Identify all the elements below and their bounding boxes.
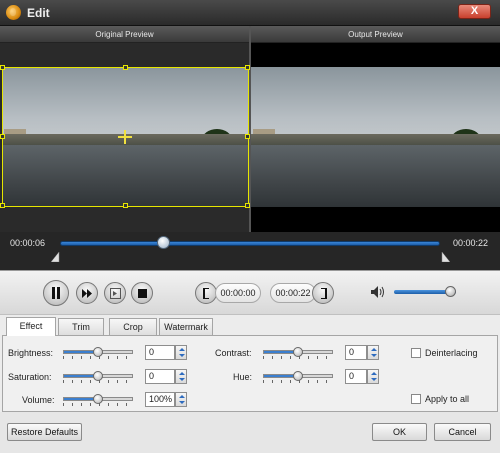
saturation-slider[interactable] [63, 371, 133, 383]
crop-handle-bottom[interactable] [123, 203, 128, 208]
close-button[interactable]: X [458, 4, 491, 19]
fast-forward-button[interactable] [76, 282, 98, 304]
app-logo-icon [6, 5, 21, 20]
playback-controls: 00:00:00 00:00:22 [0, 270, 500, 314]
effect-tab-content: Brightness: 0 Saturation: 0 Volume: 100%… [2, 335, 498, 412]
speaker-icon [371, 286, 385, 300]
hue-stepper-icon[interactable] [367, 369, 379, 384]
output-video-frame [251, 67, 500, 207]
hue-label: Hue: [233, 372, 253, 382]
apply-to-all-checkbox[interactable] [411, 394, 421, 404]
bracket-right-icon [320, 287, 327, 299]
saturation-stepper-icon[interactable] [175, 369, 187, 384]
pause-button[interactable] [43, 280, 69, 306]
output-preview-header: Output Preview [251, 26, 500, 43]
timeline-bar: 00:00:06 00:00:22 [0, 232, 500, 270]
bracket-left-icon [202, 287, 209, 299]
brightness-slider[interactable] [63, 347, 133, 359]
apply-to-all-label: Apply to all [425, 394, 470, 404]
end-time-field[interactable]: 00:00:22 [270, 283, 316, 303]
contrast-label: Contrast: [215, 348, 252, 358]
hue-slider[interactable] [263, 371, 333, 383]
tab-trim[interactable]: Trim [58, 318, 104, 335]
tab-crop[interactable]: Crop [109, 318, 157, 335]
start-time-field[interactable]: 00:00:00 [215, 283, 261, 303]
hue-slider-thumb[interactable] [293, 371, 303, 381]
cancel-button[interactable]: Cancel [434, 423, 491, 441]
crop-center-crosshair-icon[interactable] [118, 130, 132, 144]
ok-button[interactable]: OK [372, 423, 427, 441]
trim-end-marker-icon[interactable] [441, 252, 450, 262]
restore-defaults-button[interactable]: Restore Defaults [7, 423, 82, 441]
tab-effect[interactable]: Effect [6, 317, 56, 336]
title-bar: Edit X [0, 0, 500, 26]
next-frame-icon [109, 287, 121, 299]
volume-stepper-icon[interactable] [175, 392, 187, 407]
timeline-playhead[interactable] [156, 236, 170, 249]
stop-button[interactable] [131, 282, 153, 304]
brightness-label: Brightness: [8, 348, 54, 358]
brightness-value-field[interactable]: 0 [145, 345, 175, 360]
deinterlacing-label: Deinterlacing [425, 348, 478, 358]
volume-value-field[interactable]: 100% [145, 392, 175, 407]
timeline-track[interactable] [60, 241, 440, 246]
tab-watermark[interactable]: Watermark [159, 318, 213, 335]
saturation-value-field[interactable]: 0 [145, 369, 175, 384]
crop-handle-bottom-right[interactable] [245, 203, 250, 208]
volume-knob[interactable] [444, 286, 456, 297]
contrast-value-field[interactable]: 0 [345, 345, 367, 360]
set-start-button[interactable] [195, 282, 217, 304]
volume-slider-thumb[interactable] [93, 394, 103, 404]
trim-start-marker-icon[interactable] [51, 252, 60, 262]
contrast-stepper-icon[interactable] [367, 345, 379, 360]
original-preview-header: Original Preview [0, 26, 249, 43]
crop-handle-top-right[interactable] [245, 65, 250, 70]
contrast-slider[interactable] [263, 347, 333, 359]
crop-handle-top-left[interactable] [0, 65, 5, 70]
saturation-label: Saturation: [8, 372, 52, 382]
dialog-footer: Restore Defaults OK Cancel [0, 412, 500, 453]
set-end-button[interactable] [312, 282, 334, 304]
settings-panel: Effect Trim Crop Watermark Brightness: 0… [0, 314, 500, 453]
crop-handle-right[interactable] [245, 134, 250, 139]
current-time: 00:00:06 [10, 238, 46, 248]
crop-handle-top[interactable] [123, 65, 128, 70]
hue-value-field[interactable]: 0 [345, 369, 367, 384]
volume-label: Volume: [22, 395, 55, 405]
stop-icon [137, 288, 147, 298]
volume-slider[interactable] [63, 394, 133, 406]
deinterlacing-checkbox[interactable] [411, 348, 421, 358]
brightness-slider-thumb[interactable] [93, 347, 103, 357]
window-title: Edit [27, 6, 50, 20]
output-preview-pane [251, 43, 500, 232]
next-frame-button[interactable] [104, 282, 126, 304]
fast-forward-icon [81, 288, 92, 298]
saturation-slider-thumb[interactable] [93, 371, 103, 381]
contrast-slider-thumb[interactable] [293, 347, 303, 357]
crop-handle-left[interactable] [0, 134, 5, 139]
total-time: 00:00:22 [453, 238, 489, 248]
brightness-stepper-icon[interactable] [175, 345, 187, 360]
crop-handle-bottom-left[interactable] [0, 203, 5, 208]
pause-icon [52, 287, 60, 299]
